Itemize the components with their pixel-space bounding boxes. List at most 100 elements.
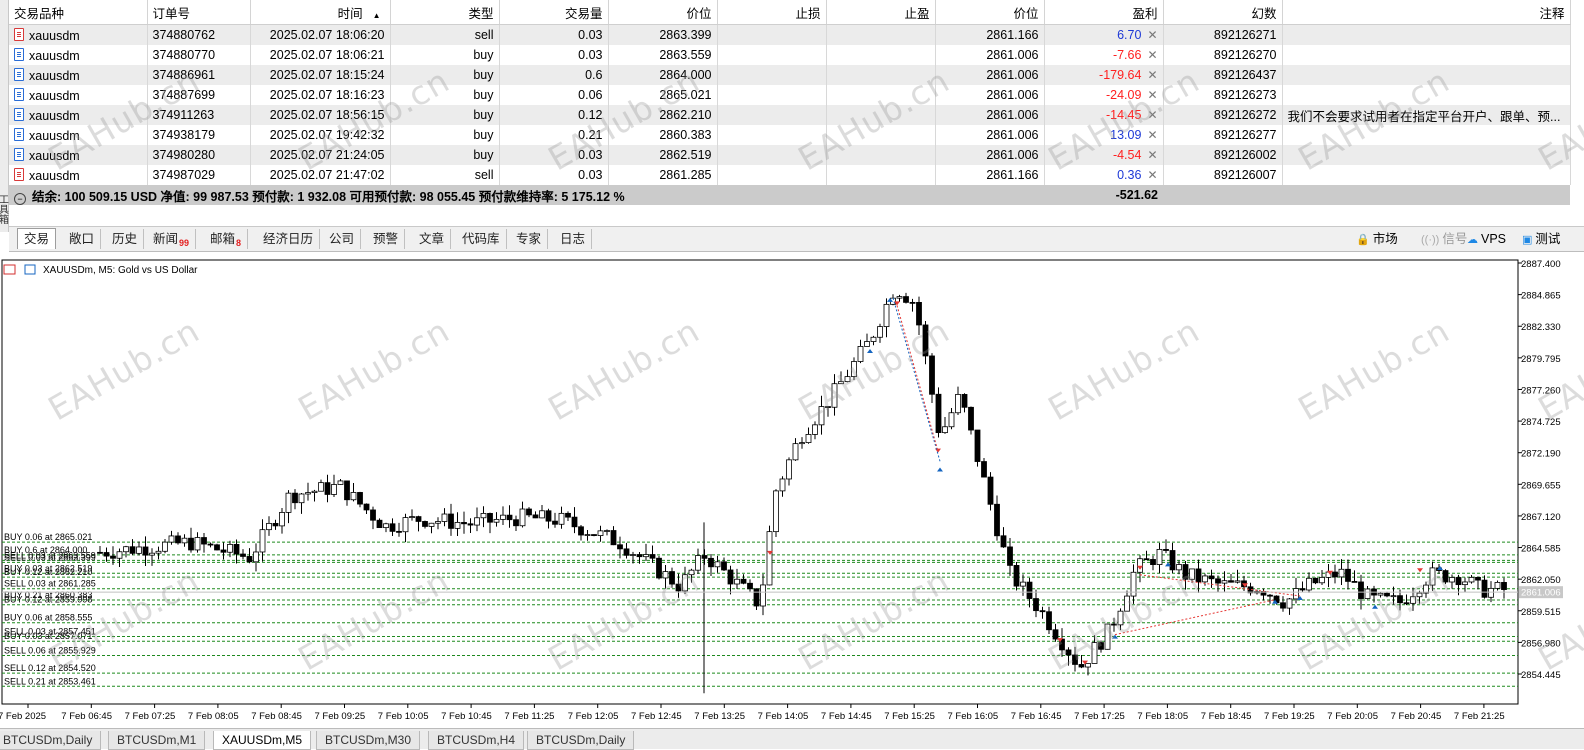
time-axis-label: 7 Feb 16:05 [948, 711, 999, 722]
col-header-order[interactable]: 订单号 [147, 0, 251, 25]
chart-tab-2[interactable]: XAUUSDm,M5 [213, 731, 312, 750]
price-axis-label: 2884.865 [1521, 291, 1561, 302]
vps-tab[interactable]: ☁ VPS [1467, 229, 1506, 249]
toolbox-side-strip[interactable]: 工具箱 [0, 0, 9, 232]
col-header-tp[interactable]: 止盈 [826, 0, 936, 25]
candle-body [383, 523, 389, 529]
market-tab[interactable]: 🔒 市场 [1356, 229, 1398, 249]
close-position-icon[interactable]: ✕ [1147, 68, 1157, 82]
cell-type: buy [390, 145, 500, 165]
cell-sl [717, 65, 827, 85]
close-position-icon[interactable]: ✕ [1147, 28, 1157, 42]
chart-plot-area[interactable] [1, 259, 1519, 705]
table-row[interactable]: xauusdm 374886961 2025.02.07 18:15:24 buy 0.… [9, 65, 1571, 85]
cell-tp [826, 125, 936, 145]
tab-9[interactable]: 代码库 [456, 229, 507, 249]
price-axis-label: 2859.515 [1521, 607, 1561, 618]
cell-magic: 892126277 [1163, 125, 1283, 145]
chart-tab-5[interactable]: BTCUSDm,Daily [527, 731, 635, 750]
candle-body [1182, 564, 1189, 580]
cell-order: 374987029 [147, 165, 251, 185]
cell-sl [717, 45, 827, 65]
candle-body [1020, 581, 1026, 587]
cell-comment [1282, 145, 1571, 165]
tab-5[interactable]: 经济日历 [257, 229, 321, 249]
cell-time: 2025.02.07 18:15:24 [250, 65, 391, 85]
candle-body [1462, 581, 1468, 586]
close-position-icon[interactable]: ✕ [1147, 108, 1157, 122]
candle-body [168, 535, 175, 543]
chart-canvas[interactable]: XAUUSDm, M5: Gold vs US Dollar 2887.400 28… [0, 258, 1584, 728]
tab-2[interactable]: 历史 [106, 229, 145, 249]
time-axis-label: 7 Feb 20:45 [1391, 711, 1442, 722]
close-position-icon[interactable]: ✕ [1147, 128, 1157, 142]
tab-badge: 8 [236, 238, 242, 248]
col-header-time[interactable]: 时间 ▲ [250, 0, 391, 25]
chart-tab-3[interactable]: BTCUSDm,M30 [316, 731, 421, 750]
candle-body [1189, 568, 1195, 580]
candle-body [584, 534, 591, 536]
col-header-sl[interactable]: 止损 [717, 0, 827, 25]
tab-11[interactable]: 日志 [554, 229, 593, 249]
tab-0[interactable]: 交易 [17, 228, 57, 249]
candle-body [1286, 598, 1293, 609]
close-position-icon[interactable]: ✕ [1147, 88, 1157, 102]
position-buy-icon [14, 87, 24, 101]
table-row[interactable]: xauusdm 374987029 2025.02.07 21:47:02 sell 0… [9, 165, 1571, 185]
col-header-profit[interactable]: 盈利 [1044, 0, 1164, 25]
candle-body [441, 513, 448, 522]
tester-tab[interactable]: ▣ 测试 [1522, 229, 1560, 249]
candle-body [1494, 582, 1501, 589]
candle-body [350, 492, 357, 501]
candle-body [233, 543, 240, 555]
col-header-comment[interactable]: 注释 [1282, 0, 1571, 25]
chart-tab-4[interactable]: BTCUSDm,H4 [428, 731, 525, 750]
table-row[interactable]: xauusdm 374980280 2025.02.07 21:24:05 buy 0.… [9, 145, 1571, 165]
close-position-icon[interactable]: ✕ [1147, 148, 1157, 162]
col-header-type[interactable]: 类型 [390, 0, 500, 25]
candle-body [1345, 568, 1351, 582]
tab-8[interactable]: 文章 [413, 229, 452, 249]
table-row[interactable]: xauusdm 374938179 2025.02.07 19:42:32 buy 0.… [9, 125, 1571, 145]
tester-icon: ▣ [1522, 234, 1533, 246]
col-header-price[interactable]: 价位 [608, 0, 718, 25]
time-axis-label: 7 Feb 12:45 [631, 711, 682, 722]
time-axis-label: 7 Feb 10:05 [378, 711, 429, 722]
cell-tp [826, 105, 936, 125]
col-header-cur-price[interactable]: 价位 [935, 0, 1045, 25]
cell-comment: 我们不会要求试用者在指定平台开户、跟单、预... [1282, 105, 1571, 125]
price-chart[interactable]: XAUUSDm, M5: Gold vs US Dollar 2887.400 28… [0, 258, 1584, 728]
signals-tab[interactable]: ((·)) 信号 [1421, 229, 1467, 249]
table-row[interactable]: xauusdm 374880762 2025.02.07 18:06:20 sell 0… [9, 24, 1571, 45]
col-header-volume[interactable]: 交易量 [499, 0, 609, 25]
tab-7[interactable]: 预警 [367, 229, 406, 249]
tab-badge: 99 [179, 238, 190, 248]
candle-body [721, 561, 727, 571]
close-position-icon[interactable]: ✕ [1147, 48, 1157, 62]
tab-10[interactable]: 专家 [510, 229, 549, 249]
symbol-text: xauusdm [29, 88, 80, 103]
close-position-icon[interactable]: ✕ [1147, 168, 1157, 182]
table-row[interactable]: xauusdm 374887699 2025.02.07 18:16:23 buy 0.… [9, 85, 1571, 105]
tab-6[interactable]: 公司 [323, 229, 362, 249]
table-row[interactable]: xauusdm 374880770 2025.02.07 18:06:21 buy 0.… [9, 45, 1571, 65]
tab-4[interactable]: 邮箱8 [204, 229, 249, 249]
table-row[interactable]: xauusdm 374911263 2025.02.07 18:56:15 buy 0.… [9, 105, 1571, 125]
candle-body [851, 361, 857, 378]
tab-3[interactable]: 新闻99 [147, 229, 197, 249]
cell-cur-price: 2861.166 [935, 24, 1045, 45]
chart-tab-0[interactable]: BTCUSDm,Daily [0, 731, 102, 750]
candle-body [1501, 582, 1507, 590]
candle-body [201, 537, 207, 545]
candle-body [1384, 592, 1390, 597]
col-header-symbol[interactable]: 交易品种 [9, 0, 148, 25]
candle-body [311, 490, 318, 493]
tab-label: 邮箱 [210, 232, 236, 246]
chart-tab-1[interactable]: BTCUSDm,M1 [108, 731, 206, 750]
cell-tp [826, 65, 936, 85]
collapse-icon[interactable]: − [14, 192, 26, 205]
tab-1[interactable]: 敞口 [63, 229, 102, 249]
col-header-magic[interactable]: 幻数 [1163, 0, 1283, 25]
candle-body [558, 512, 565, 525]
candle-body [337, 480, 344, 485]
